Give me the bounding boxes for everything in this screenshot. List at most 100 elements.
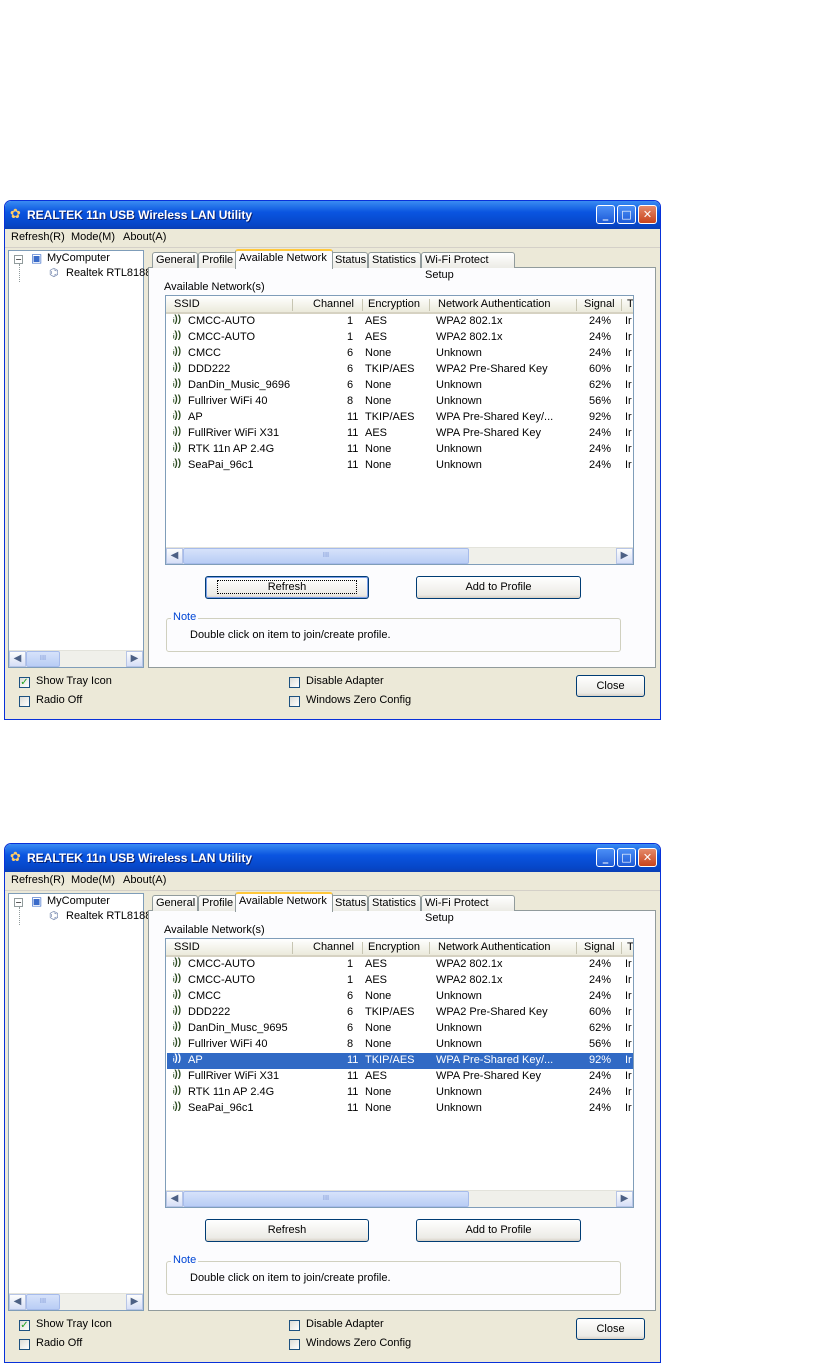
title-bar[interactable]: ✿ REALTEK 11n USB Wireless LAN Utility _ □ ✕ [5,844,660,872]
list-horizontal-scrollbar[interactable]: ◀ III ▶ [166,547,633,564]
column-separator[interactable] [429,299,430,311]
network-row[interactable]: ᵢ)) SeaPai_96c1 11 None Unknown 24% Ir [167,458,633,474]
scroll-thumb[interactable]: III [183,1191,469,1207]
column-header-network-authentication[interactable]: Network Authentication [438,941,551,953]
tab-status[interactable]: Status [331,895,368,911]
network-row[interactable]: ᵢ)) AP 11 TKIP/AES WPA Pre-Shared Key/... 92%… [167,1053,633,1069]
title-bar[interactable]: ✿ REALTEK 11n USB Wireless LAN Utility _ □ ✕ [5,201,660,229]
network-row[interactable]: ᵢ)) FullRiver WiFi X31 11 AES WPA Pre-Shared… [167,1069,633,1085]
label-disable-adapter[interactable]: Disable Adapter [306,675,384,687]
column-header-channel[interactable]: Channel [313,941,354,953]
minimize-button[interactable]: _ [596,848,615,867]
scroll-thumb[interactable]: III [183,548,469,564]
tab-general[interactable]: General [152,895,198,911]
menu-item-1[interactable]: Mode(M) [71,874,115,886]
checkbox-windows-zero-config[interactable] [289,1339,300,1350]
network-row[interactable]: ᵢ)) CMCC-AUTO 1 AES WPA2 802.1x 24% Ir [167,330,633,346]
network-row[interactable]: ᵢ)) CMCC 6 None Unknown 24% Ir [167,346,633,362]
column-separator[interactable] [362,299,363,311]
close-button[interactable]: Close [576,675,645,697]
scroll-left-icon[interactable]: ◀ [166,1191,183,1207]
column-separator[interactable] [429,942,430,954]
label-radio-off[interactable]: Radio Off [36,1337,82,1349]
network-row[interactable]: ᵢ)) CMCC 6 None Unknown 24% Ir [167,989,633,1005]
checkbox-windows-zero-config[interactable] [289,696,300,707]
network-row[interactable]: ᵢ)) AP 11 TKIP/AES WPA Pre-Shared Key/... 92%… [167,410,633,426]
tab-profile[interactable]: Profile [198,252,237,268]
tab-profile[interactable]: Profile [198,895,237,911]
scroll-left-icon[interactable]: ◀ [9,651,26,667]
network-row[interactable]: ᵢ)) Fullriver WiFi 40 8 None Unknown 56% Ir [167,1037,633,1053]
network-row[interactable]: ᵢ)) RTK 11n AP 2.4G 11 None Unknown 24% Ir [167,442,633,458]
scroll-right-icon[interactable]: ▶ [616,1191,633,1207]
list-horizontal-scrollbar[interactable]: ◀ III ▶ [166,1190,633,1207]
column-separator[interactable] [576,942,577,954]
tab-available-network[interactable]: Available Network [235,892,333,912]
menu-item-0[interactable]: Refresh(R) [11,231,65,243]
label-radio-off[interactable]: Radio Off [36,694,82,706]
checkbox-show-tray-icon[interactable]: ✓ [19,677,30,688]
menu-item-2[interactable]: About(A) [123,231,166,243]
menu-item-1[interactable]: Mode(M) [71,231,115,243]
scroll-right-icon[interactable]: ▶ [126,651,143,667]
scroll-left-icon[interactable]: ◀ [166,548,183,564]
tree-item-adapter[interactable]: Realtek RTL8188 [66,267,151,279]
checkbox-radio-off[interactable] [19,696,30,707]
column-separator[interactable] [621,942,622,954]
close-window-button[interactable]: ✕ [638,848,657,867]
network-row[interactable]: ᵢ)) DanDin_Musc_9695 6 None Unknown 62% Ir [167,1021,633,1037]
label-show-tray-icon[interactable]: Show Tray Icon [36,675,112,687]
column-header-signal[interactable]: Signal [584,941,615,953]
tab-statistics[interactable]: Statistics [368,895,421,911]
tab-wi-fi-protect-setup[interactable]: Wi-Fi Protect Setup [421,895,515,924]
device-tree[interactable]: − ▣ MyComputer ⌬ Realtek RTL8188 ◀ III ▶ [8,893,151,1311]
label-show-tray-icon[interactable]: Show Tray Icon [36,1318,112,1330]
network-row[interactable]: ᵢ)) Fullriver WiFi 40 8 None Unknown 56% Ir [167,394,633,410]
column-separator[interactable] [292,942,293,954]
tab-available-network[interactable]: Available Network [235,249,333,269]
label-disable-adapter[interactable]: Disable Adapter [306,1318,384,1330]
column-separator[interactable] [576,299,577,311]
add-to-profile-button[interactable]: Add to Profile [416,576,581,599]
tree-horizontal-scrollbar[interactable]: ◀ III ▶ [9,650,143,667]
device-tree[interactable]: − ▣ MyComputer ⌬ Realtek RTL8188 ◀ III ▶ [8,250,151,668]
tree-collapse-icon[interactable]: − [14,255,23,264]
column-header-encryption[interactable]: Encryption [368,941,420,953]
checkbox-disable-adapter[interactable] [289,677,300,688]
menu-item-0[interactable]: Refresh(R) [11,874,65,886]
scroll-thumb[interactable]: III [26,651,60,667]
checkbox-show-tray-icon[interactable]: ✓ [19,1320,30,1331]
tab-wi-fi-protect-setup[interactable]: Wi-Fi Protect Setup [421,252,515,281]
column-header-ssid[interactable]: SSID [174,298,200,310]
network-row[interactable]: ᵢ)) DDD222 6 TKIP/AES WPA2 Pre-Shared Key 60%… [167,1005,633,1021]
checkbox-radio-off[interactable] [19,1339,30,1350]
tree-collapse-icon[interactable]: − [14,898,23,907]
column-separator[interactable] [362,942,363,954]
network-row[interactable]: ᵢ)) DDD222 6 TKIP/AES WPA2 Pre-Shared Key 60%… [167,362,633,378]
column-separator[interactable] [621,299,622,311]
tab-statistics[interactable]: Statistics [368,252,421,268]
network-row[interactable]: ᵢ)) SeaPai_96c1 11 None Unknown 24% Ir [167,1101,633,1117]
column-header-ssid[interactable]: SSID [174,941,200,953]
network-row[interactable]: ᵢ)) CMCC-AUTO 1 AES WPA2 802.1x 24% Ir [167,973,633,989]
add-to-profile-button[interactable]: Add to Profile [416,1219,581,1242]
minimize-button[interactable]: _ [596,205,615,224]
tab-status[interactable]: Status [331,252,368,268]
column-separator[interactable] [292,299,293,311]
tree-item-mycomputer[interactable]: MyComputer [47,252,110,264]
maximize-button[interactable]: □ [617,205,636,224]
column-header-encryption[interactable]: Encryption [368,298,420,310]
column-header-t[interactable]: T [627,298,633,310]
column-header-channel[interactable]: Channel [313,298,354,310]
scroll-left-icon[interactable]: ◀ [9,1294,26,1310]
network-list[interactable]: SSID Channel Encryption Network Authenticat… [165,295,634,565]
network-list[interactable]: SSID Channel Encryption Network Authenticat… [165,938,634,1208]
network-row[interactable]: ᵢ)) DanDin_Music_9696 6 None Unknown 62% Ir [167,378,633,394]
column-header-t[interactable]: T [627,941,633,953]
maximize-button[interactable]: □ [617,848,636,867]
column-header-signal[interactable]: Signal [584,298,615,310]
label-windows-zero-config[interactable]: Windows Zero Config [306,694,411,706]
network-row[interactable]: ᵢ)) CMCC-AUTO 1 AES WPA2 802.1x 24% Ir [167,314,633,330]
refresh-button[interactable]: Refresh [205,1219,369,1242]
menu-item-2[interactable]: About(A) [123,874,166,886]
